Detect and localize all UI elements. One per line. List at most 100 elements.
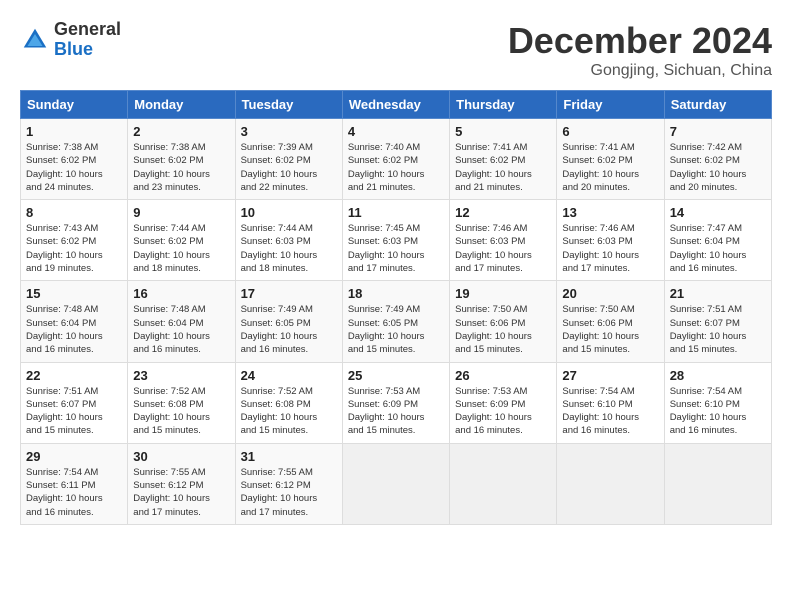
header: General Blue December 2024 Gongjing, Sic…	[20, 20, 772, 80]
col-friday: Friday	[557, 91, 664, 119]
day-number: 19	[455, 286, 551, 301]
col-saturday: Saturday	[664, 91, 771, 119]
table-row	[342, 443, 449, 524]
day-number: 23	[133, 368, 229, 383]
day-number: 6	[562, 124, 658, 139]
logo: General Blue	[20, 20, 121, 60]
table-row: 28 Sunrise: 7:54 AM Sunset: 6:10 PM Dayli…	[664, 362, 771, 443]
day-number: 26	[455, 368, 551, 383]
table-row: 25 Sunrise: 7:53 AM Sunset: 6:09 PM Dayli…	[342, 362, 449, 443]
logo-general-text: General	[54, 20, 121, 40]
col-sunday: Sunday	[21, 91, 128, 119]
day-number: 3	[241, 124, 337, 139]
calendar-week-row: 8 Sunrise: 7:43 AM Sunset: 6:02 PM Daylig…	[21, 200, 772, 281]
day-info: Sunrise: 7:41 AM Sunset: 6:02 PM Dayligh…	[455, 141, 551, 194]
day-info: Sunrise: 7:50 AM Sunset: 6:06 PM Dayligh…	[562, 303, 658, 356]
title-area: December 2024 Gongjing, Sichuan, China	[508, 20, 772, 80]
calendar-week-row: 22Sunrise: 7:51 AM Sunset: 6:07 PM Dayli…	[21, 362, 772, 443]
logo-icon	[20, 25, 50, 55]
day-number: 30	[133, 449, 229, 464]
col-wednesday: Wednesday	[342, 91, 449, 119]
table-row: 1 Sunrise: 7:38 AM Sunset: 6:02 PM Daylig…	[21, 119, 128, 200]
day-info: Sunrise: 7:55 AM Sunset: 6:12 PM Dayligh…	[133, 466, 229, 519]
table-row: 31 Sunrise: 7:55 AM Sunset: 6:12 PM Dayli…	[235, 443, 342, 524]
day-number: 31	[241, 449, 337, 464]
day-number: 16	[133, 286, 229, 301]
calendar-body: 1 Sunrise: 7:38 AM Sunset: 6:02 PM Daylig…	[21, 119, 772, 525]
day-info: Sunrise: 7:38 AM Sunset: 6:02 PM Dayligh…	[26, 141, 122, 194]
day-number: 14	[670, 205, 766, 220]
day-info: Sunrise: 7:52 AM Sunset: 6:08 PM Dayligh…	[241, 385, 337, 438]
table-row: 16 Sunrise: 7:48 AM Sunset: 6:04 PM Dayli…	[128, 281, 235, 362]
day-number: 28	[670, 368, 766, 383]
day-number: 9	[133, 205, 229, 220]
day-number: 24	[241, 368, 337, 383]
table-row: 17Sunrise: 7:49 AM Sunset: 6:05 PM Dayli…	[235, 281, 342, 362]
day-info: Sunrise: 7:40 AM Sunset: 6:02 PM Dayligh…	[348, 141, 444, 194]
day-info: Sunrise: 7:42 AM Sunset: 6:02 PM Dayligh…	[670, 141, 766, 194]
day-info: Sunrise: 7:51 AM Sunset: 6:07 PM Dayligh…	[670, 303, 766, 356]
day-info: Sunrise: 7:41 AM Sunset: 6:02 PM Dayligh…	[562, 141, 658, 194]
day-info: Sunrise: 7:50 AM Sunset: 6:06 PM Dayligh…	[455, 303, 551, 356]
table-row: 19 Sunrise: 7:50 AM Sunset: 6:06 PM Dayli…	[450, 281, 557, 362]
day-number: 20	[562, 286, 658, 301]
calendar-table: Sunday Monday Tuesday Wednesday Thursday…	[20, 90, 772, 525]
table-row: 21 Sunrise: 7:51 AM Sunset: 6:07 PM Dayli…	[664, 281, 771, 362]
col-monday: Monday	[128, 91, 235, 119]
day-number: 11	[348, 205, 444, 220]
day-number: 15	[26, 286, 122, 301]
table-row	[557, 443, 664, 524]
logo-text: General Blue	[54, 20, 121, 60]
table-row: 13 Sunrise: 7:46 AM Sunset: 6:03 PM Dayli…	[557, 200, 664, 281]
calendar-week-row: 1 Sunrise: 7:38 AM Sunset: 6:02 PM Daylig…	[21, 119, 772, 200]
calendar-week-row: 29 Sunrise: 7:54 AM Sunset: 6:11 PM Dayli…	[21, 443, 772, 524]
day-number: 5	[455, 124, 551, 139]
table-row: 8 Sunrise: 7:43 AM Sunset: 6:02 PM Daylig…	[21, 200, 128, 281]
day-info: Sunrise: 7:48 AM Sunset: 6:04 PM Dayligh…	[133, 303, 229, 356]
table-row: 3Sunrise: 7:39 AM Sunset: 6:02 PM Daylig…	[235, 119, 342, 200]
table-row: 10 Sunrise: 7:44 AM Sunset: 6:03 PM Dayli…	[235, 200, 342, 281]
day-info: Sunrise: 7:55 AM Sunset: 6:12 PM Dayligh…	[241, 466, 337, 519]
day-info: Sunrise: 7:46 AM Sunset: 6:03 PM Dayligh…	[562, 222, 658, 275]
month-title: December 2024	[508, 20, 772, 62]
calendar-header: Sunday Monday Tuesday Wednesday Thursday…	[21, 91, 772, 119]
table-row: 5 Sunrise: 7:41 AM Sunset: 6:02 PM Daylig…	[450, 119, 557, 200]
table-row: 26 Sunrise: 7:53 AM Sunset: 6:09 PM Dayli…	[450, 362, 557, 443]
day-number: 12	[455, 205, 551, 220]
calendar-week-row: 15 Sunrise: 7:48 AM Sunset: 6:04 PM Dayli…	[21, 281, 772, 362]
day-number: 29	[26, 449, 122, 464]
day-info: Sunrise: 7:51 AM Sunset: 6:07 PM Dayligh…	[26, 385, 122, 438]
table-row: 24 Sunrise: 7:52 AM Sunset: 6:08 PM Dayli…	[235, 362, 342, 443]
day-number: 21	[670, 286, 766, 301]
day-number: 10	[241, 205, 337, 220]
day-number: 25	[348, 368, 444, 383]
day-info: Sunrise: 7:47 AM Sunset: 6:04 PM Dayligh…	[670, 222, 766, 275]
day-info: Sunrise: 7:53 AM Sunset: 6:09 PM Dayligh…	[348, 385, 444, 438]
day-info: Sunrise: 7:44 AM Sunset: 6:03 PM Dayligh…	[241, 222, 337, 275]
day-number: 13	[562, 205, 658, 220]
table-row: 22Sunrise: 7:51 AM Sunset: 6:07 PM Dayli…	[21, 362, 128, 443]
day-info: Sunrise: 7:54 AM Sunset: 6:10 PM Dayligh…	[670, 385, 766, 438]
table-row: 2Sunrise: 7:38 AM Sunset: 6:02 PM Daylig…	[128, 119, 235, 200]
day-number: 1	[26, 124, 122, 139]
day-info: Sunrise: 7:54 AM Sunset: 6:11 PM Dayligh…	[26, 466, 122, 519]
table-row: 9 Sunrise: 7:44 AM Sunset: 6:02 PM Daylig…	[128, 200, 235, 281]
table-row: 23 Sunrise: 7:52 AM Sunset: 6:08 PM Dayli…	[128, 362, 235, 443]
table-row	[664, 443, 771, 524]
day-number: 18	[348, 286, 444, 301]
table-row: 20 Sunrise: 7:50 AM Sunset: 6:06 PM Dayli…	[557, 281, 664, 362]
day-info: Sunrise: 7:53 AM Sunset: 6:09 PM Dayligh…	[455, 385, 551, 438]
col-thursday: Thursday	[450, 91, 557, 119]
table-row: 29 Sunrise: 7:54 AM Sunset: 6:11 PM Dayli…	[21, 443, 128, 524]
day-info: Sunrise: 7:43 AM Sunset: 6:02 PM Dayligh…	[26, 222, 122, 275]
day-info: Sunrise: 7:44 AM Sunset: 6:02 PM Dayligh…	[133, 222, 229, 275]
col-tuesday: Tuesday	[235, 91, 342, 119]
location-subtitle: Gongjing, Sichuan, China	[508, 62, 772, 80]
day-info: Sunrise: 7:49 AM Sunset: 6:05 PM Dayligh…	[241, 303, 337, 356]
day-number: 8	[26, 205, 122, 220]
table-row: 4 Sunrise: 7:40 AM Sunset: 6:02 PM Daylig…	[342, 119, 449, 200]
day-info: Sunrise: 7:52 AM Sunset: 6:08 PM Dayligh…	[133, 385, 229, 438]
day-number: 4	[348, 124, 444, 139]
day-info: Sunrise: 7:49 AM Sunset: 6:05 PM Dayligh…	[348, 303, 444, 356]
table-row: 18 Sunrise: 7:49 AM Sunset: 6:05 PM Dayli…	[342, 281, 449, 362]
